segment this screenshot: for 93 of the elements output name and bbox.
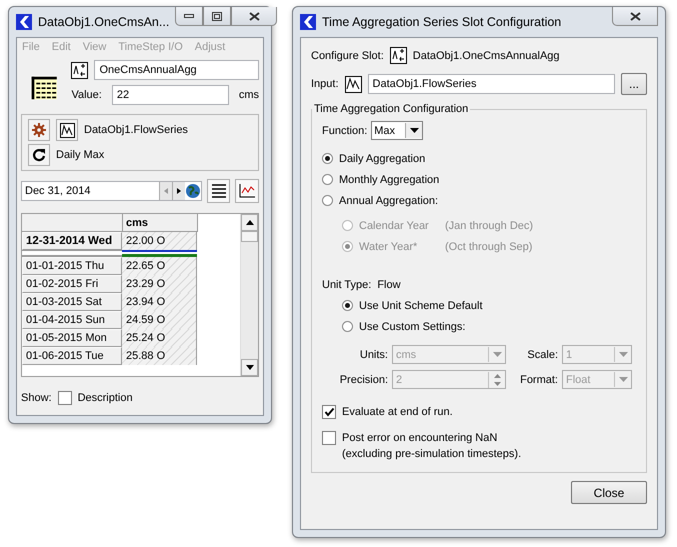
radio-label: Annual Aggregation: <box>339 194 438 206</box>
row-header: 01-02-2015 Fri <box>22 275 122 293</box>
scrollbar[interactable] <box>240 214 258 376</box>
chart-icon <box>239 184 256 198</box>
close-icon <box>630 12 640 20</box>
radio-button[interactable] <box>322 174 333 185</box>
maximize-button[interactable] <box>203 7 232 26</box>
radio-button[interactable] <box>322 153 333 164</box>
radio-label: Water Year* <box>359 240 418 252</box>
table-cell: 23.29 O <box>122 275 197 293</box>
description-checkbox[interactable] <box>58 391 72 405</box>
globe-icon[interactable] <box>184 183 201 199</box>
slot-icon <box>390 47 407 64</box>
group-title: Time Aggregation Configuration <box>313 103 470 115</box>
series-icon <box>344 76 362 92</box>
input-field[interactable]: DataObj1.FlowSeries <box>368 74 615 94</box>
radio-label: Use Custom Settings: <box>359 320 466 332</box>
gear-icon <box>32 123 46 137</box>
gear-button[interactable] <box>28 119 50 141</box>
table-cell: 25.24 O <box>122 329 197 347</box>
dropdown-arrow-icon <box>618 352 628 357</box>
series-button[interactable] <box>56 119 78 141</box>
value-label: Value: <box>71 89 102 101</box>
function-label: Function: <box>322 124 368 136</box>
dropdown-arrow-icon <box>618 377 628 382</box>
input-label: Input: <box>311 78 339 90</box>
checkbox-label: Evaluate at end of run. <box>342 405 453 420</box>
radio-label: Daily Aggregation <box>339 152 426 164</box>
close-button[interactable] <box>612 7 658 26</box>
column-header: cms <box>123 214 198 232</box>
scroll-up-icon[interactable] <box>246 220 254 225</box>
refresh-button[interactable] <box>28 144 50 166</box>
checkbox[interactable] <box>322 405 336 419</box>
unit-type-label: Unit Type: <box>322 279 372 291</box>
configure-slot-label: Configure Slot: <box>311 50 384 62</box>
refresh-icon <box>32 148 46 162</box>
date-field[interactable]: Dec 31, 2014 <box>21 181 202 201</box>
app-logo-icon <box>300 14 316 30</box>
row-header: 01-01-2015 Thu <box>22 257 122 275</box>
browse-button[interactable]: ... <box>621 73 647 95</box>
value-field[interactable]: 22 <box>112 85 229 105</box>
radio-note: (Jan through Dec) <box>445 220 534 232</box>
window-title: DataObj1.OneCmsAn... <box>38 15 170 29</box>
description-label: Description <box>78 392 133 404</box>
slot-icon <box>71 62 88 78</box>
line-graph-icon <box>60 122 74 138</box>
scroll-thumb[interactable] <box>241 231 258 242</box>
configure-slot-value: DataObj1.OneCmsAnnualAgg <box>412 50 560 62</box>
close-icon <box>248 12 260 20</box>
field-label: Precision: <box>338 374 388 386</box>
radio-button[interactable] <box>342 300 353 311</box>
radio-label: Use Unit Scheme Default <box>359 300 482 312</box>
list-view-button[interactable] <box>206 179 230 203</box>
row-header: 12-31-2014 Wed <box>22 232 122 250</box>
field-label: Format: <box>519 374 558 386</box>
show-label: Show: <box>21 392 52 404</box>
dropdown-arrow-icon <box>410 128 419 133</box>
table-cell: 25.88 O <box>122 347 197 365</box>
lines-icon <box>210 184 227 198</box>
row-header: 01-03-2015 Sat <box>22 293 122 311</box>
close-dialog-button[interactable]: Close <box>571 481 647 504</box>
app-logo-icon <box>16 14 32 30</box>
input-series-label: DataObj1.FlowSeries <box>84 124 188 136</box>
window-title: Time Aggregation Series Slot Configuration <box>322 15 562 29</box>
field-label: Units: <box>358 348 388 360</box>
table-cell: 22.00 O <box>122 232 197 250</box>
radio-button[interactable] <box>322 195 333 206</box>
radio-note: (Oct through Sep) <box>445 240 532 252</box>
checkbox-label: Post error on encountering NaN (excluding pre-simulation timesteps). <box>342 431 522 462</box>
radio-button[interactable] <box>342 321 353 332</box>
maximize-icon <box>212 12 222 20</box>
close-button[interactable] <box>231 7 278 26</box>
unit-type-value: Flow <box>377 279 401 291</box>
scroll-down-icon[interactable] <box>246 365 254 370</box>
radio-label: Monthly Aggregation <box>339 174 440 186</box>
table-cell: 24.59 O <box>122 311 197 329</box>
minimize-icon <box>184 14 194 18</box>
aggregation-label: Daily Max <box>56 149 104 161</box>
row-header: 01-04-2015 Sun <box>22 311 122 329</box>
checkbox[interactable] <box>322 431 336 445</box>
row-header: 01-05-2015 Mon <box>22 329 122 347</box>
field-label: Scale: <box>526 348 558 360</box>
chart-view-button[interactable] <box>235 179 260 203</box>
minimize-button[interactable] <box>175 7 204 26</box>
slot-name-field[interactable]: OneCmsAnnualAgg <box>94 60 259 80</box>
table-cell: 23.94 O <box>122 293 197 311</box>
radio-label: Calendar Year <box>359 220 430 232</box>
next-icon[interactable] <box>172 182 185 200</box>
table-cell: 22.65 O <box>122 257 197 275</box>
dropdown-arrow-icon <box>492 352 502 357</box>
function-dropdown[interactable]: Max <box>371 121 424 140</box>
row-header: 01-06-2015 Tue <box>22 347 122 365</box>
unit-label: cms <box>238 89 259 101</box>
